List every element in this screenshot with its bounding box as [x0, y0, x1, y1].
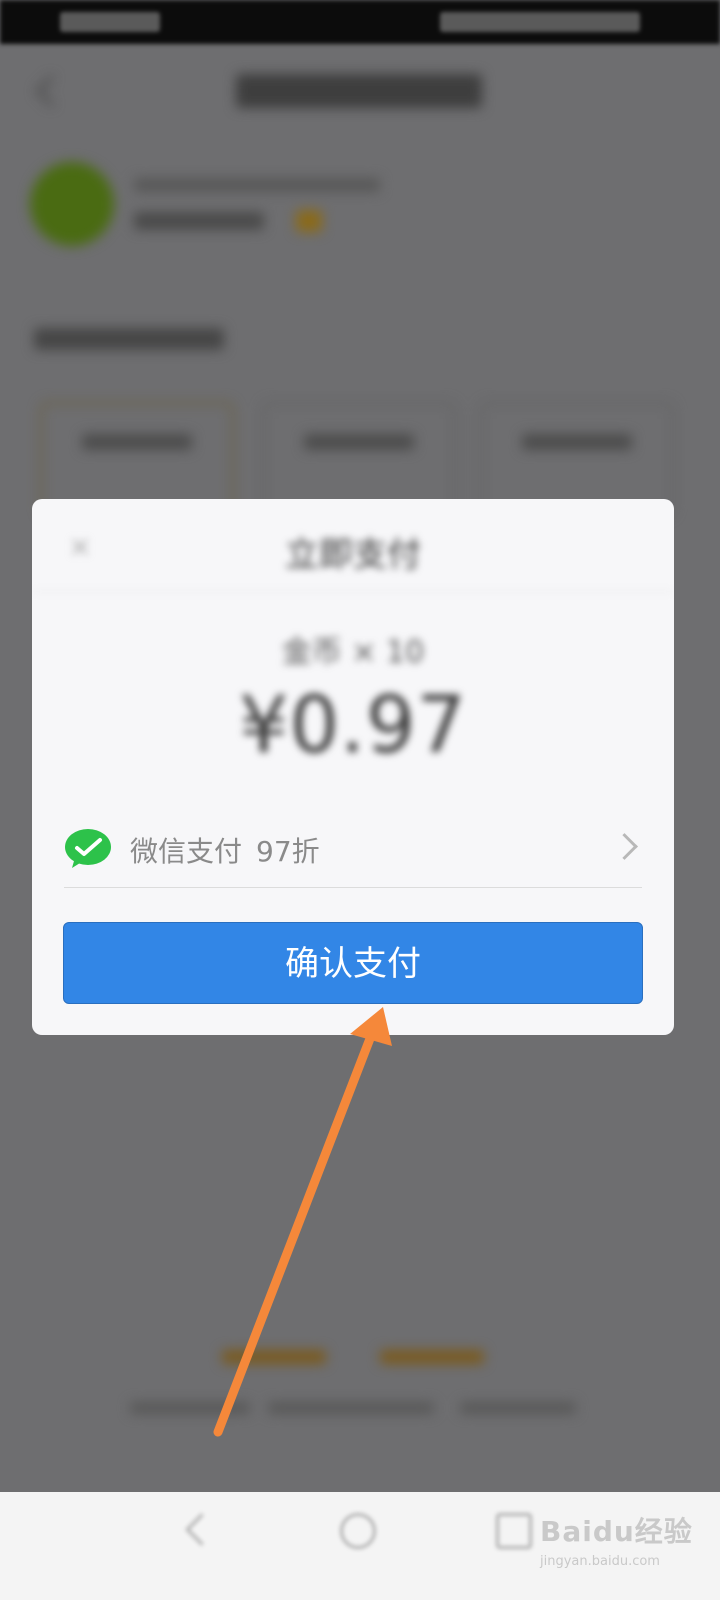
footer-text-placeholder [268, 1402, 434, 1414]
footer-text-placeholder [130, 1402, 250, 1414]
footer-text-placeholder [460, 1402, 576, 1414]
footer-link-placeholder [380, 1350, 484, 1364]
watermark-logo: Baidu经验 [540, 1515, 693, 1548]
status-bar-right-indicators [440, 12, 640, 32]
coin-icon [296, 210, 322, 232]
divider [32, 591, 674, 592]
watermark: Baidu经验 jingyan.baidu.com [540, 1510, 710, 1572]
nav-home-icon[interactable] [340, 1513, 376, 1549]
watermark-url: jingyan.baidu.com [540, 1554, 660, 1569]
wechat-pay-icon [65, 829, 111, 868]
user-balance-placeholder [134, 212, 264, 230]
chevron-right-icon [611, 833, 638, 860]
confirm-payment-button[interactable]: 确认支付 [63, 922, 643, 1004]
footer-link-placeholder [222, 1350, 326, 1364]
section-heading-placeholder [34, 328, 224, 350]
status-bar [0, 0, 720, 44]
nav-recent-apps-icon[interactable] [496, 1513, 532, 1549]
status-bar-left-indicators [60, 12, 160, 32]
payment-amount: ¥0.97 [238, 681, 468, 771]
user-name-placeholder [134, 178, 380, 192]
page-title-placeholder [236, 74, 482, 108]
dialog-title: 立即支付 [285, 535, 421, 575]
payment-discount: 97折 [256, 835, 320, 868]
payment-method-row[interactable]: 微信支付 97折 [64, 817, 642, 888]
back-arrow-icon [35, 75, 67, 107]
payment-method-label: 微信支付 [130, 835, 243, 868]
avatar [30, 162, 114, 246]
payment-dialog: 立即支付 金币 × 10 ¥0.97 微信支付 97折 确认支付 [32, 499, 674, 1035]
payment-method-label-group: 微信支付 97折 [130, 830, 320, 870]
product-description: 金币 × 10 [281, 635, 425, 670]
